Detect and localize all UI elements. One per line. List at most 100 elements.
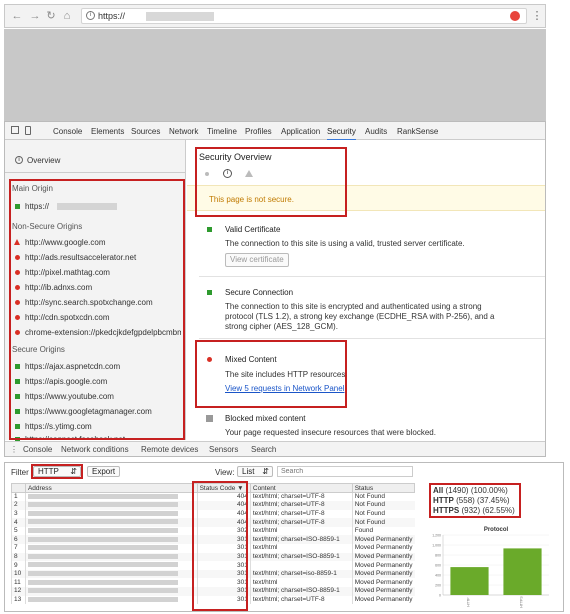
blocked-title: Blocked mixed content [225, 414, 306, 423]
row-index: 13 [11, 595, 26, 605]
tab-security[interactable]: Security [327, 127, 356, 141]
row-content: text/html; charset=UTF-8 [249, 595, 353, 605]
row-content: text/html; charset=UTF-8 [249, 518, 353, 527]
row-index: 8 [11, 552, 26, 562]
row-index: 2 [11, 501, 26, 510]
address-redaction [27, 570, 178, 576]
info-icon: i [15, 156, 23, 164]
tab-ranksense[interactable]: RankSense [397, 127, 438, 136]
address-bar[interactable]: i https:// [81, 8, 527, 24]
y-tick-label: 800 [435, 554, 441, 558]
col-content[interactable]: Content [249, 483, 353, 493]
row-index: 4 [11, 518, 26, 527]
tab-network[interactable]: Network [169, 127, 198, 136]
kebab-menu-icon[interactable]: ⋮ [531, 10, 543, 22]
drawer-tab-search[interactable]: Search [251, 445, 276, 454]
arrow-right-icon[interactable]: → [29, 10, 41, 22]
url-text: https:// [98, 11, 126, 21]
highlight-box-mixed [195, 340, 347, 408]
row-status: Not Found [351, 518, 415, 527]
reload-icon[interactable]: ↻ [45, 10, 57, 22]
home-icon[interactable]: ⌂ [61, 10, 73, 22]
row-status: Moved Permanently [351, 535, 415, 545]
row-content: text/html [249, 526, 353, 536]
drawer-menu-icon[interactable]: ⋮ [10, 445, 18, 454]
row-status: Moved Permanently [351, 552, 415, 562]
export-button[interactable]: Export [87, 466, 121, 477]
x-tick-label: HTTPS [520, 596, 524, 608]
filter-label: Filter [11, 468, 29, 477]
row-address [24, 561, 198, 570]
address-redaction [27, 588, 178, 594]
row-index: 10 [11, 569, 26, 579]
devtools-tabbar: Console Elements Sources Network Timelin… [5, 122, 545, 141]
search-input[interactable] [277, 466, 413, 477]
view-value: List [242, 467, 255, 476]
drawer-tab-remote-devices[interactable]: Remote devices [141, 445, 198, 454]
secure-square-icon [207, 227, 212, 232]
row-address [24, 535, 198, 545]
browser-toolbar: ← → ↻ ⌂ i https:// ⋮ [4, 4, 546, 28]
row-content: text/html [249, 544, 353, 553]
row-address [24, 492, 198, 502]
protocol-panel: All (1490) (100.00%) HTTP (558) (37.45%)… [425, 483, 557, 609]
tab-sources[interactable]: Sources [131, 127, 160, 136]
row-index: 9 [11, 561, 26, 570]
highlight-box-overview [195, 147, 347, 217]
security-sidebar: i Overview Main Origin https:// Non-Secu… [5, 140, 186, 442]
tab-console[interactable]: Console [53, 127, 82, 136]
address-redaction [27, 519, 178, 525]
conn-desc-line: The connection to this site is encrypted… [225, 302, 482, 311]
row-status: Moved Permanently [351, 595, 415, 605]
row-content: text/html; charset=ISO-8859-1 [249, 587, 353, 596]
inspect-icon[interactable] [11, 126, 19, 134]
y-tick-label: 0 [439, 594, 441, 598]
row-index: 7 [11, 544, 26, 553]
blocked-icon [206, 415, 213, 422]
y-tick-label: 1,200 [432, 534, 441, 538]
address-redaction [27, 510, 178, 516]
cert-desc: The connection to this site is using a v… [225, 239, 465, 248]
tab-application[interactable]: Application [281, 127, 320, 136]
tab-audits[interactable]: Audits [365, 127, 387, 136]
address-redaction [27, 545, 178, 551]
row-content: text/html; charset=ISO-8859-1 [249, 535, 353, 545]
row-address [24, 544, 198, 553]
row-address [24, 501, 198, 510]
address-redaction [27, 527, 178, 533]
page-viewport [4, 29, 546, 121]
address-redaction [27, 562, 178, 568]
devtools-drawer: ⋮ Console Network conditions Remote devi… [5, 441, 545, 456]
info-icon[interactable]: i [86, 11, 95, 20]
y-tick-label: 200 [435, 584, 441, 588]
row-status: Found [351, 526, 415, 536]
tab-profiles[interactable]: Profiles [245, 127, 272, 136]
extension-icon[interactable] [510, 11, 520, 21]
sidebar-overview[interactable]: Overview [27, 156, 60, 165]
drawer-tab-console[interactable]: Console [23, 445, 52, 454]
view-select[interactable]: List ⇵ [237, 466, 273, 477]
view-label: View: [215, 468, 235, 477]
y-tick-label: 600 [435, 564, 441, 568]
protocol-chart: Protocol 1,200 1,000 800 600 400 200 0 HTTP HTTPS [432, 527, 549, 608]
url-redaction [146, 12, 214, 21]
col-address[interactable]: Address [24, 483, 198, 493]
secure-square-icon [207, 290, 212, 295]
row-address [24, 526, 198, 536]
tab-elements[interactable]: Elements [91, 127, 124, 136]
col-status[interactable]: Status [351, 483, 416, 493]
highlight-box-filter [31, 464, 83, 479]
y-tick-label: 1,000 [432, 544, 441, 548]
row-content: text/html [249, 578, 353, 588]
view-certificate-button[interactable]: View certificate [225, 253, 289, 267]
row-address [24, 509, 198, 519]
row-address [24, 587, 198, 596]
drawer-tab-sensors[interactable]: Sensors [209, 445, 238, 454]
arrow-left-icon[interactable]: ← [11, 10, 23, 22]
drawer-tab-network-conditions[interactable]: Network conditions [61, 445, 129, 454]
row-index: 6 [11, 535, 26, 545]
device-icon[interactable] [25, 126, 31, 135]
address-redaction [27, 493, 178, 499]
row-content: text/html; charset=UTF-8 [249, 509, 353, 519]
tab-timeline[interactable]: Timeline [207, 127, 237, 136]
